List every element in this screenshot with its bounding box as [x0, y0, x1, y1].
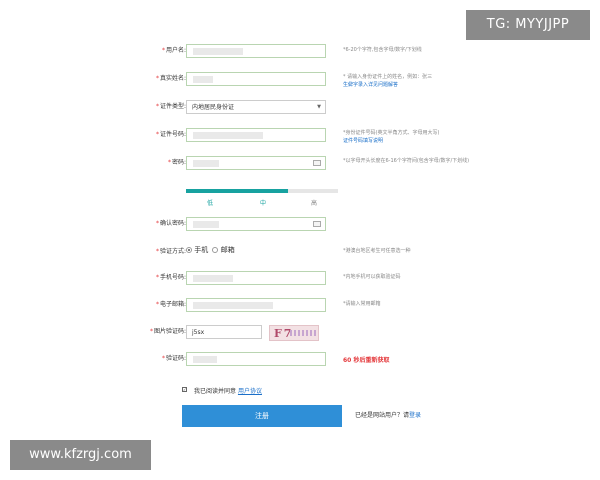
- agree-checkbox[interactable]: ✓: [182, 387, 187, 392]
- password-strength-fill: [186, 189, 288, 193]
- keyboard-icon[interactable]: [313, 160, 321, 166]
- row-phone: *手机号码:: [0, 271, 186, 285]
- captcha-image[interactable]: F7: [269, 325, 319, 341]
- password-strength-bar: [186, 189, 338, 193]
- code-label: *验证码:: [161, 355, 186, 362]
- register-button[interactable]: 注册: [182, 405, 342, 427]
- resend-countdown: 60 秒后重新获取: [343, 357, 390, 364]
- verify-method-group: 手机 邮箱: [186, 245, 235, 257]
- password-label: *密码:: [167, 159, 186, 166]
- phone-hint: *内地手机可以获取验证码: [343, 274, 401, 280]
- login-prompt: 已经是网站用户？请登录: [355, 412, 422, 419]
- idtype-value: 内地居民身份证: [192, 104, 235, 111]
- idnumber-label: *证件号码:: [155, 131, 186, 138]
- phone-label: *手机号码:: [155, 274, 186, 281]
- strength-weak-label: 低: [207, 200, 214, 207]
- idtype-label: *证件类型:: [155, 103, 186, 110]
- confirm-label: *确认密码:: [155, 220, 186, 227]
- row-code: *验证码:: [0, 352, 186, 366]
- username-hint: *6-20个字符,包含字母/数字/下划线: [343, 47, 422, 53]
- row-email: *电子邮箱:: [0, 298, 186, 312]
- email-input[interactable]: [186, 298, 326, 312]
- watermark-bottom: www.kfzrgj.com: [10, 440, 151, 470]
- verify-method-label: *验证方式:: [155, 248, 186, 255]
- user-agreement-link[interactable]: 用户协议: [238, 388, 262, 395]
- row-captcha: *图片验证码:: [0, 325, 186, 339]
- email-label: *电子邮箱:: [155, 301, 186, 308]
- realname-input[interactable]: [186, 72, 326, 86]
- row-username: *用户名:: [0, 44, 186, 58]
- radio-phone-label: 手机: [194, 246, 209, 254]
- login-link[interactable]: 登录: [409, 412, 421, 419]
- radio-email[interactable]: [212, 247, 219, 253]
- confirm-password-input[interactable]: [186, 217, 326, 231]
- username-label: *用户名:: [161, 47, 186, 54]
- watermark-top: TG: MYYJJPP: [466, 10, 590, 40]
- password-input[interactable]: [186, 156, 326, 170]
- keyboard-icon[interactable]: [313, 221, 321, 227]
- captcha-input[interactable]: j5sx: [186, 325, 262, 339]
- idnumber-help-link[interactable]: 证件号码填写说明: [343, 137, 493, 145]
- code-input[interactable]: [186, 352, 326, 366]
- captcha-label: *图片验证码:: [149, 328, 186, 335]
- row-idtype: *证件类型:: [0, 100, 186, 114]
- password-hint: *以字母开头长度在6-16个字符间(包含字母/数字/下划线): [343, 158, 470, 164]
- captcha-value: j5sx: [192, 329, 205, 336]
- username-input[interactable]: [186, 44, 326, 58]
- chevron-down-icon: ▼: [317, 104, 321, 110]
- strength-strong-label: 高: [311, 200, 318, 207]
- idnumber-hint: *身份证件号码(英文半角方式、字母用大写) 证件号码填写说明: [343, 129, 493, 145]
- email-hint: *请输入常用邮箱: [343, 301, 381, 307]
- strength-medium-label: 中: [260, 200, 267, 207]
- verify-method-hint: *港澳台地区考生可任意选一种: [343, 248, 411, 254]
- radio-email-label: 邮箱: [220, 246, 235, 254]
- realname-label: *真实姓名:: [155, 75, 186, 82]
- agree-text: 我已阅读并同意 用户协议: [194, 388, 262, 395]
- row-verify-method: *验证方式:: [0, 245, 186, 259]
- rare-char-help-link[interactable]: 生僻字录入详见问题解答: [343, 81, 493, 89]
- row-confirm: *确认密码:: [0, 217, 186, 231]
- realname-hint: * 请输入身份证件上的姓名，例如：张三 生僻字录入详见问题解答: [343, 73, 493, 89]
- idnumber-input[interactable]: [186, 128, 326, 142]
- row-idnumber: *证件号码:: [0, 128, 186, 142]
- idtype-select[interactable]: 内地居民身份证 ▼: [186, 100, 326, 114]
- row-realname: *真实姓名:: [0, 72, 186, 86]
- row-password: *密码:: [0, 156, 186, 170]
- phone-input[interactable]: [186, 271, 326, 285]
- radio-phone[interactable]: [186, 247, 192, 253]
